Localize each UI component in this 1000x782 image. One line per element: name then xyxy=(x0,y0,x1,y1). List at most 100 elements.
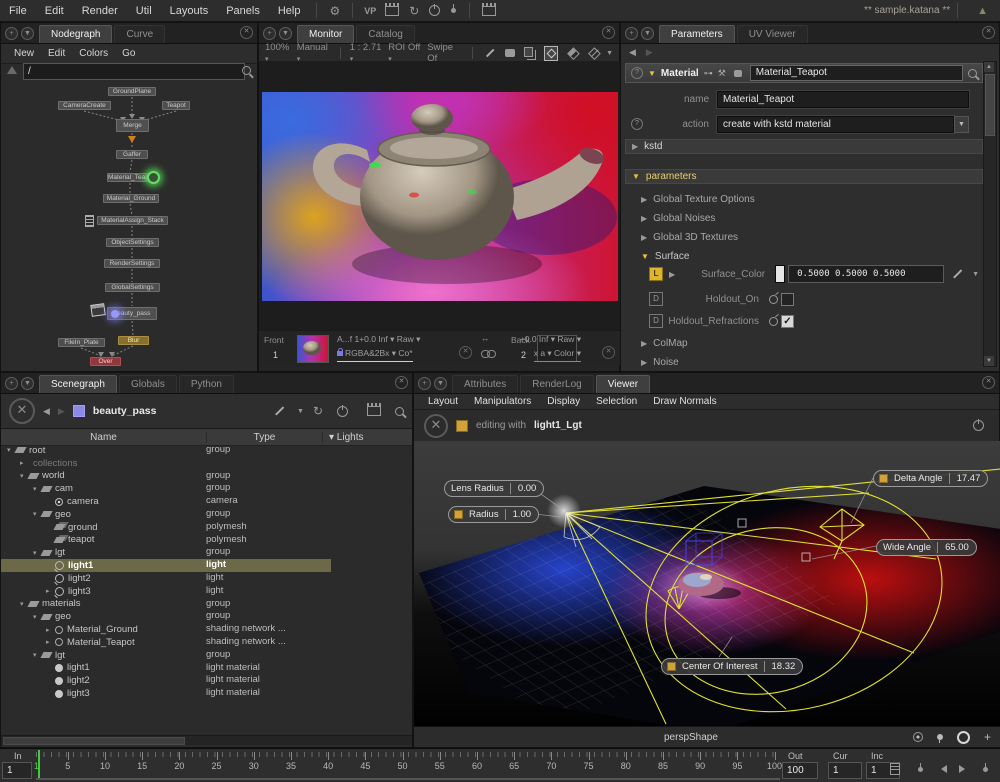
graph-node[interactable]: Material_Ground xyxy=(103,194,159,203)
menu-item[interactable]: Render xyxy=(73,5,127,17)
scenegraph-row[interactable]: ▾ lgt group xyxy=(1,546,412,559)
scenegraph-row[interactable]: ▾ geo group xyxy=(1,610,412,623)
collapse-icon[interactable]: ▼ xyxy=(648,69,656,78)
default-badge[interactable]: D xyxy=(649,314,663,328)
pane-menu-icon[interactable]: ▼ xyxy=(279,27,292,40)
forward-icon[interactable]: ▶ xyxy=(58,406,65,417)
local-badge[interactable]: L xyxy=(649,267,663,281)
expand-icon[interactable]: ▶ xyxy=(669,270,675,279)
graph-node[interactable]: beauty_pass xyxy=(107,307,157,320)
graph-node[interactable]: Over xyxy=(90,357,121,366)
scenegraph-row[interactable]: ▾ lgt group xyxy=(1,649,412,662)
menu-item[interactable]: Help xyxy=(269,5,310,17)
chevron-down-icon[interactable]: ▼ xyxy=(606,50,613,57)
scenegraph-row[interactable]: ▸ light3 light xyxy=(1,585,412,598)
front-channels-text[interactable]: RGBA&2Bx ▾ Co* xyxy=(337,348,413,362)
tab-renderlog[interactable]: RenderLog xyxy=(520,375,593,393)
back-icon[interactable]: ◀ xyxy=(43,406,50,417)
in-field[interactable]: 1 xyxy=(2,762,32,779)
forward-icon[interactable]: ▶ xyxy=(646,47,653,58)
pen-icon[interactable] xyxy=(275,407,284,416)
tab-python[interactable]: Python xyxy=(179,375,234,393)
pane-add-icon[interactable]: + xyxy=(5,27,18,40)
search-icon[interactable] xyxy=(968,69,977,78)
expression-icon[interactable] xyxy=(769,317,778,326)
pane-menu-icon[interactable]: ▼ xyxy=(21,27,34,40)
frame-ruler[interactable]: 5101520253035404550556065707580859095100… xyxy=(36,752,780,780)
pen-icon[interactable] xyxy=(953,270,962,279)
group-noise[interactable]: ▶Noise xyxy=(641,354,679,370)
graph-node[interactable]: FileIn_Plate xyxy=(58,338,105,347)
tab-curve[interactable]: Curve xyxy=(114,25,165,43)
menu-item[interactable]: Edit xyxy=(36,5,73,17)
clear-edit-icon[interactable]: ✕ xyxy=(424,414,448,438)
clear-scenegraph-icon[interactable]: ✕ xyxy=(9,398,35,424)
chevron-down-icon[interactable]: ▼ xyxy=(954,116,969,133)
default-badge[interactable]: D xyxy=(649,292,663,306)
scenegraph-row[interactable]: camera camera xyxy=(1,495,412,508)
nodegraph-menu-item[interactable]: New xyxy=(9,48,39,59)
pane-menu-icon[interactable]: ▼ xyxy=(641,27,654,40)
holdout-refractions-checkbox[interactable]: ✓ xyxy=(781,315,794,328)
nodegraph-menu-item[interactable]: Edit xyxy=(43,48,70,59)
monitor-image-area[interactable] xyxy=(259,61,621,333)
scenegraph-row[interactable]: teapot polymesh xyxy=(1,534,412,547)
expression-icon[interactable] xyxy=(769,295,778,304)
nodegraph-menu-item[interactable]: Colors xyxy=(74,48,113,59)
tab-viewer[interactable]: Viewer xyxy=(596,375,650,393)
scenegraph-row[interactable]: ▾ world group xyxy=(1,470,412,483)
graph-node[interactable]: Material_Teapot xyxy=(107,173,154,182)
pen-icon[interactable] xyxy=(486,49,494,57)
delta-angle-manipulator[interactable]: Delta Angle17.47 xyxy=(873,470,988,487)
action-dropdown[interactable]: create with kstd material xyxy=(717,116,954,133)
power-icon[interactable] xyxy=(337,406,348,417)
lens-radius-manipulator[interactable]: Lens Radius0.00 xyxy=(444,480,544,497)
scenegraph-row[interactable]: ground polymesh xyxy=(1,521,412,534)
scenegraph-row[interactable]: ▸ collections xyxy=(1,457,412,470)
out-field[interactable]: 100 xyxy=(782,762,818,779)
menu-item[interactable]: File xyxy=(0,5,36,17)
back-channels-text[interactable]: x a ▾ Color ▾ xyxy=(534,348,581,362)
step-back-icon[interactable] xyxy=(941,765,947,773)
column-name[interactable]: Name xyxy=(1,432,207,443)
power-icon[interactable] xyxy=(973,420,984,431)
front-thumbnail[interactable] xyxy=(297,335,329,363)
layers-icon[interactable] xyxy=(524,47,533,57)
link-icon[interactable]: ⊶ xyxy=(704,68,713,79)
expander-icon[interactable]: ▸ xyxy=(46,626,55,634)
scenegraph-row[interactable]: ▾ geo group xyxy=(1,508,412,521)
node-name-input[interactable]: Material_Teapot xyxy=(750,65,963,81)
add-icon[interactable]: + xyxy=(984,732,991,742)
pane-menu-icon[interactable]: ▼ xyxy=(434,377,447,390)
next-keyframe-icon[interactable] xyxy=(983,767,988,772)
close-icon[interactable]: ✕ xyxy=(240,26,253,39)
viewer-viewport[interactable]: Lens Radius0.00 Radius1.00 Delta Angle17… xyxy=(414,441,1000,729)
help-icon[interactable]: ? xyxy=(631,67,643,79)
comment-icon[interactable] xyxy=(734,70,742,77)
tab-globals[interactable]: Globals xyxy=(119,375,177,393)
graph-node[interactable]: GlobalSettings xyxy=(105,283,160,292)
pane-add-icon[interactable]: + xyxy=(625,27,638,40)
camera-name-label[interactable]: perspShape xyxy=(664,732,718,743)
viewer-menu-item[interactable]: Layout xyxy=(422,396,464,407)
chevron-down-icon[interactable]: ▼ xyxy=(972,271,979,278)
graph-node[interactable]: ObjectSettings xyxy=(106,238,159,247)
group-global-noises[interactable]: ▶Global Noises xyxy=(641,210,715,226)
close-icon[interactable]: ✕ xyxy=(395,376,408,389)
viewer-menu-item[interactable]: Display xyxy=(541,396,586,407)
refresh-icon[interactable]: ↻ xyxy=(313,404,323,418)
swap-icon[interactable]: ↔ xyxy=(481,333,490,343)
expander-icon[interactable]: ▸ xyxy=(46,587,55,595)
nodegraph-menu-item[interactable]: Go xyxy=(117,48,140,59)
group-global-texture-options[interactable]: ▶Global Texture Options xyxy=(641,191,755,207)
expander-icon[interactable]: ▸ xyxy=(46,638,55,646)
viewer-menu-item[interactable]: Draw Normals xyxy=(647,396,722,407)
pane-add-icon[interactable]: + xyxy=(418,377,431,390)
prev-keyframe-icon[interactable] xyxy=(918,767,923,772)
pane-add-icon[interactable]: + xyxy=(263,27,276,40)
tab-scenegraph[interactable]: Scenegraph xyxy=(39,375,117,393)
scroll-thumb[interactable] xyxy=(985,74,995,136)
wrench-icon[interactable]: ⚒ xyxy=(718,68,726,79)
back-icon[interactable]: ◀ xyxy=(629,47,636,58)
scenegraph-row[interactable]: light3 light material xyxy=(1,687,412,700)
